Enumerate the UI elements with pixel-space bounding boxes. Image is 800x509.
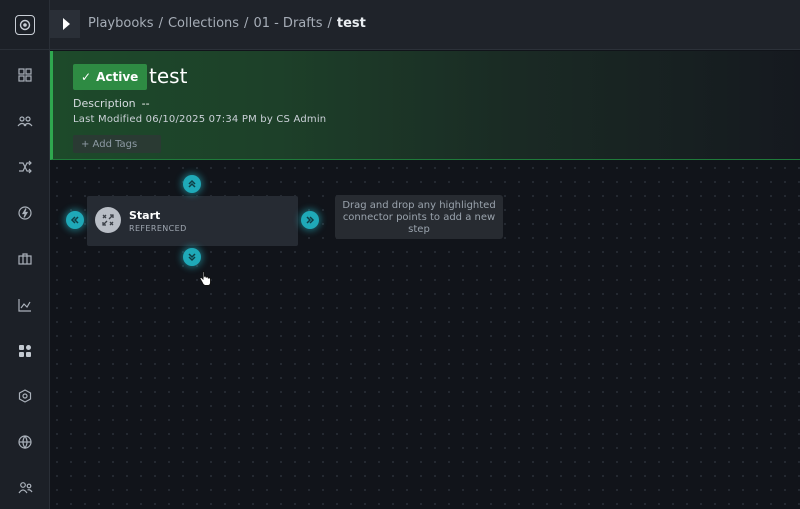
status-badge[interactable]: ✓ Active <box>73 64 148 90</box>
start-step-icon <box>95 207 121 233</box>
breadcrumb-drafts[interactable]: 01 - Drafts <box>253 16 322 31</box>
status-label: Active <box>96 70 139 84</box>
step-title: Start <box>129 209 161 222</box>
briefcase-icon <box>18 253 32 265</box>
connector-bottom[interactable] <box>183 248 201 266</box>
page-title[interactable]: test <box>149 64 187 88</box>
chevrons-down-icon <box>188 253 196 262</box>
incidents-nav[interactable] <box>0 106 50 136</box>
playbook-header: ✓ Active test Description -- Last Modifie… <box>50 51 800 160</box>
hand-cursor-icon <box>198 271 212 291</box>
left-rail <box>0 0 50 509</box>
integrations-nav[interactable] <box>0 381 50 411</box>
resources-nav[interactable] <box>0 244 50 274</box>
app-logo[interactable] <box>0 0 50 50</box>
chart-icon <box>18 299 31 312</box>
description-label: Description <box>73 97 136 110</box>
chevrons-left-icon <box>70 216 79 224</box>
hint-line-1: Drag and drop any highlighted <box>342 200 496 211</box>
bolt-icon <box>18 206 32 220</box>
connector-left[interactable] <box>66 211 84 229</box>
network-icon <box>18 389 32 403</box>
analytics-nav[interactable] <box>0 290 50 320</box>
shuffle-icon <box>19 160 32 174</box>
hint-line-2: connector points to add a new <box>342 212 496 223</box>
breadcrumb-collections[interactable]: Collections <box>168 16 239 31</box>
logo-icon <box>15 14 35 35</box>
start-step[interactable]: Start REFERENCED <box>87 196 298 246</box>
apps-icon <box>19 345 31 357</box>
connector-top[interactable] <box>183 175 201 193</box>
last-modified: Last Modified 06/10/2025 07:34 PM by CS … <box>73 114 327 125</box>
play-icon <box>62 18 70 30</box>
hint-line-3: step <box>408 224 430 235</box>
add-tags-button[interactable]: + Add Tags <box>73 135 161 153</box>
description-value[interactable]: -- <box>142 97 150 110</box>
step-subtitle: REFERENCED <box>129 224 187 233</box>
drag-drop-hint: Drag and drop any highlighted connector … <box>335 195 503 239</box>
dashboard-icon <box>18 68 32 82</box>
description: Description -- <box>73 97 150 110</box>
global-nav[interactable] <box>0 427 50 457</box>
breadcrumb-current: test <box>336 16 366 31</box>
users-nav[interactable] <box>0 473 50 503</box>
automation-nav[interactable] <box>0 198 50 228</box>
top-bar: Playbooks / Collections/01 - Drafts / test <box>50 0 800 50</box>
connector-right[interactable] <box>301 211 319 229</box>
breadcrumb: Playbooks / Collections/01 - Drafts / test <box>88 16 366 31</box>
expand-panel-button[interactable] <box>50 10 80 38</box>
dashboard-nav[interactable] <box>0 60 50 90</box>
breadcrumb-playbooks[interactable]: Playbooks <box>88 16 154 31</box>
users-icon <box>18 482 32 494</box>
check-icon: ✓ <box>81 70 92 84</box>
globe-icon <box>18 435 32 449</box>
workflows-nav[interactable] <box>0 152 50 182</box>
apps-nav[interactable] <box>0 336 50 366</box>
chevrons-right-icon <box>306 216 315 224</box>
people-icon <box>17 116 33 127</box>
chevrons-up-icon <box>188 179 196 188</box>
